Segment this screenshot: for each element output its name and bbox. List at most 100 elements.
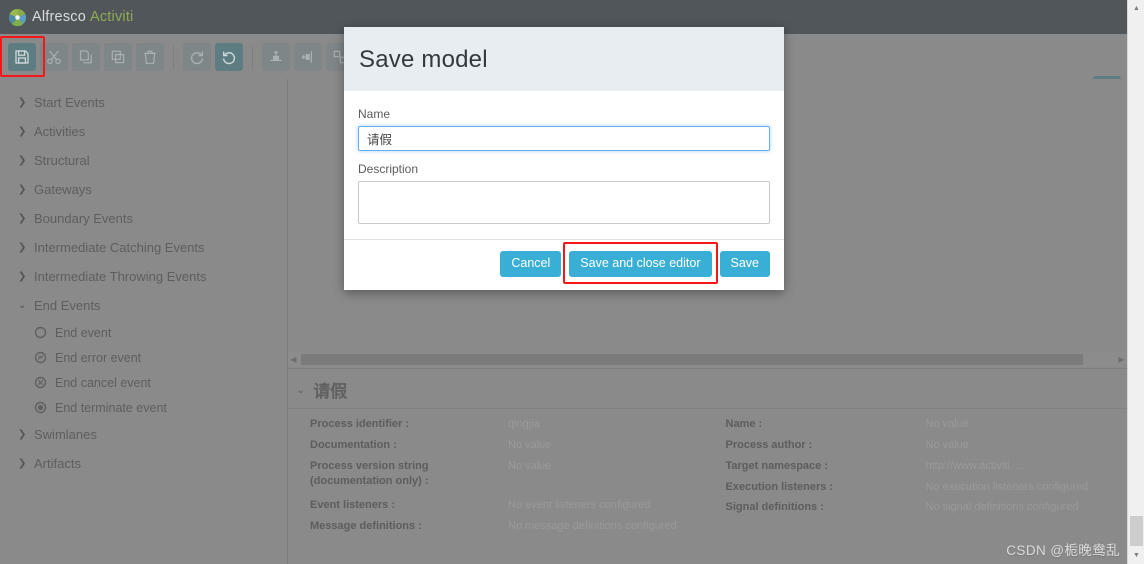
copy-icon[interactable] <box>72 42 100 71</box>
undo-icon[interactable] <box>215 42 243 71</box>
property-row: Process version string (documentation on… <box>310 459 708 489</box>
alfresco-pinwheel-icon <box>8 8 27 27</box>
delete-icon[interactable] <box>136 42 164 71</box>
palette-group-label: Intermediate Catching Events <box>34 240 205 255</box>
dialog-title: Save model <box>359 46 488 73</box>
property-value: No value <box>508 459 552 472</box>
align-horizontal-icon[interactable] <box>294 42 322 71</box>
property-key: Signal definitions : <box>725 501 824 514</box>
palette-group-label: End Events <box>34 298 101 313</box>
palette-group-boundary-events[interactable]: ❯ Boundary Events <box>0 204 287 233</box>
hscroll-thumb[interactable] <box>301 353 1083 365</box>
brand-logo[interactable]: Alfresco Activiti <box>8 8 133 27</box>
chevron-right-icon: ❯ <box>18 155 27 166</box>
cut-icon[interactable] <box>40 42 68 71</box>
palette-group-intermediate-catching-events[interactable]: ❯ Intermediate Catching Events <box>0 233 287 262</box>
chevron-right-icon: ❯ <box>18 271 27 282</box>
chevron-down-icon: ⌄ <box>296 384 306 396</box>
chevron-right-icon: ❯ <box>18 213 27 224</box>
property-key: Documentation : <box>310 438 397 451</box>
save-icon[interactable] <box>8 42 36 71</box>
scroll-right-arrow-icon[interactable]: ▶ <box>1116 355 1127 364</box>
property-value: No value <box>925 438 969 451</box>
end-terminate-event-icon <box>34 401 47 414</box>
save-model-dialog: Save model Name Description Cancel Save … <box>344 27 784 290</box>
property-key: Process author : <box>725 438 813 451</box>
property-row: Documentation : No value <box>310 438 708 453</box>
property-row: Signal definitions : No signal definitio… <box>726 500 1128 515</box>
paste-icon[interactable] <box>104 42 132 71</box>
dialog-header: Save model <box>344 27 784 91</box>
hscroll-track[interactable] <box>299 353 1116 365</box>
property-value: No execution listeners configured <box>925 480 1089 493</box>
property-row: Process author : No value <box>726 438 1128 453</box>
property-value: No value <box>925 418 969 430</box>
dialog-body: Name Description <box>344 91 784 239</box>
palette-item-end-terminate-event[interactable]: End terminate event <box>0 395 287 420</box>
dialog-footer: Cancel Save and close editor Save <box>344 239 784 290</box>
chevron-right-icon: ❯ <box>18 458 27 469</box>
cancel-button[interactable]: Cancel <box>500 251 562 277</box>
palette-item-end-cancel-event[interactable]: End cancel event <box>0 370 287 395</box>
field-spacer <box>358 151 770 162</box>
palette-group-intermediate-throwing-events[interactable]: ❯ Intermediate Throwing Events <box>0 262 287 291</box>
property-key: Execution listeners : <box>725 480 834 493</box>
palette-item-label: End error event <box>55 350 142 365</box>
scroll-left-arrow-icon[interactable]: ◀ <box>288 355 299 364</box>
property-value: qingjia <box>508 418 540 430</box>
palette-group-start-events[interactable]: ❯ Start Events <box>0 88 287 117</box>
save-and-close-editor-button[interactable]: Save and close editor <box>569 251 712 277</box>
properties-header[interactable]: ⌄ 请假 <box>288 369 1127 409</box>
palette-group-swimlanes[interactable]: ❯ Swimlanes <box>0 420 287 449</box>
property-key: Name : <box>725 418 763 430</box>
property-row: Target namespace : http://www.activiti. … <box>726 459 1128 474</box>
redo-icon[interactable] <box>183 42 211 71</box>
toolbar-separator-2 <box>252 45 253 68</box>
chevron-right-icon: ❯ <box>18 126 27 137</box>
properties-left-column: Process identifier : qingjia Documentati… <box>288 417 708 540</box>
toolbar-separator-1 <box>173 45 174 68</box>
palette-group-label: Artifacts <box>34 456 81 471</box>
scroll-up-arrow-icon[interactable]: ▲ <box>1128 0 1144 17</box>
palette-group-label: Structural <box>34 153 90 168</box>
chevron-right-icon: ❯ <box>18 242 27 253</box>
property-key: Process version string (documentation on… <box>310 459 429 487</box>
save-and-close-editor-slot: Save and close editor <box>563 242 718 284</box>
palette-group-label: Intermediate Throwing Events <box>34 269 207 284</box>
palette-group-end-events[interactable]: ⌄ End Events <box>0 291 287 320</box>
chevron-right-icon: ❯ <box>18 97 27 108</box>
property-row: Execution listeners : No execution liste… <box>726 480 1128 495</box>
save-button-slot <box>0 35 45 77</box>
palette-group-activities[interactable]: ❯ Activities <box>0 117 287 146</box>
properties-title: 请假 <box>313 382 348 401</box>
palette-item-label: End cancel event <box>55 375 151 390</box>
canvas-horizontal-scrollbar[interactable]: ◀ ▶ <box>288 352 1127 366</box>
chevron-right-icon: ❯ <box>18 429 27 440</box>
property-key: Message definitions : <box>310 520 422 533</box>
save-button[interactable]: Save <box>719 251 770 277</box>
properties-body: Process identifier : qingjia Documentati… <box>288 409 1127 540</box>
palette-group-structural[interactable]: ❯ Structural <box>0 146 287 175</box>
property-value: No event listeners configured <box>508 499 651 512</box>
property-key: Target namespace : <box>725 459 829 472</box>
name-field-label: Name <box>358 107 391 121</box>
shape-palette: ❯ Start Events ❯ Activities ❯ Structural… <box>0 79 288 564</box>
palette-group-label: Swimlanes <box>34 427 97 442</box>
name-input[interactable] <box>358 126 770 151</box>
align-vertical-icon[interactable] <box>262 42 290 71</box>
brand-secondary-label: Activiti <box>89 9 134 25</box>
vscroll-thumb[interactable] <box>1130 516 1143 546</box>
page-vertical-scrollbar[interactable]: ▲ ▼ <box>1127 0 1144 564</box>
property-row: Message definitions : No message definit… <box>310 519 708 534</box>
palette-item-end-error-event[interactable]: End error event <box>0 345 287 370</box>
end-event-circle-icon <box>34 326 47 339</box>
property-row: Process identifier : qingjia <box>310 417 708 432</box>
scroll-down-arrow-icon[interactable]: ▼ <box>1128 547 1144 564</box>
chevron-down-icon: ⌄ <box>18 300 27 311</box>
palette-item-end-event[interactable]: End event <box>0 320 287 345</box>
end-cancel-event-icon <box>34 376 47 389</box>
description-textarea[interactable] <box>358 181 770 224</box>
palette-group-artifacts[interactable]: ❯ Artifacts <box>0 449 287 478</box>
palette-group-gateways[interactable]: ❯ Gateways <box>0 175 287 204</box>
activiti-modeler-window: Alfresco Activiti ❯ Start Events ❯ Activ… <box>0 0 1144 564</box>
